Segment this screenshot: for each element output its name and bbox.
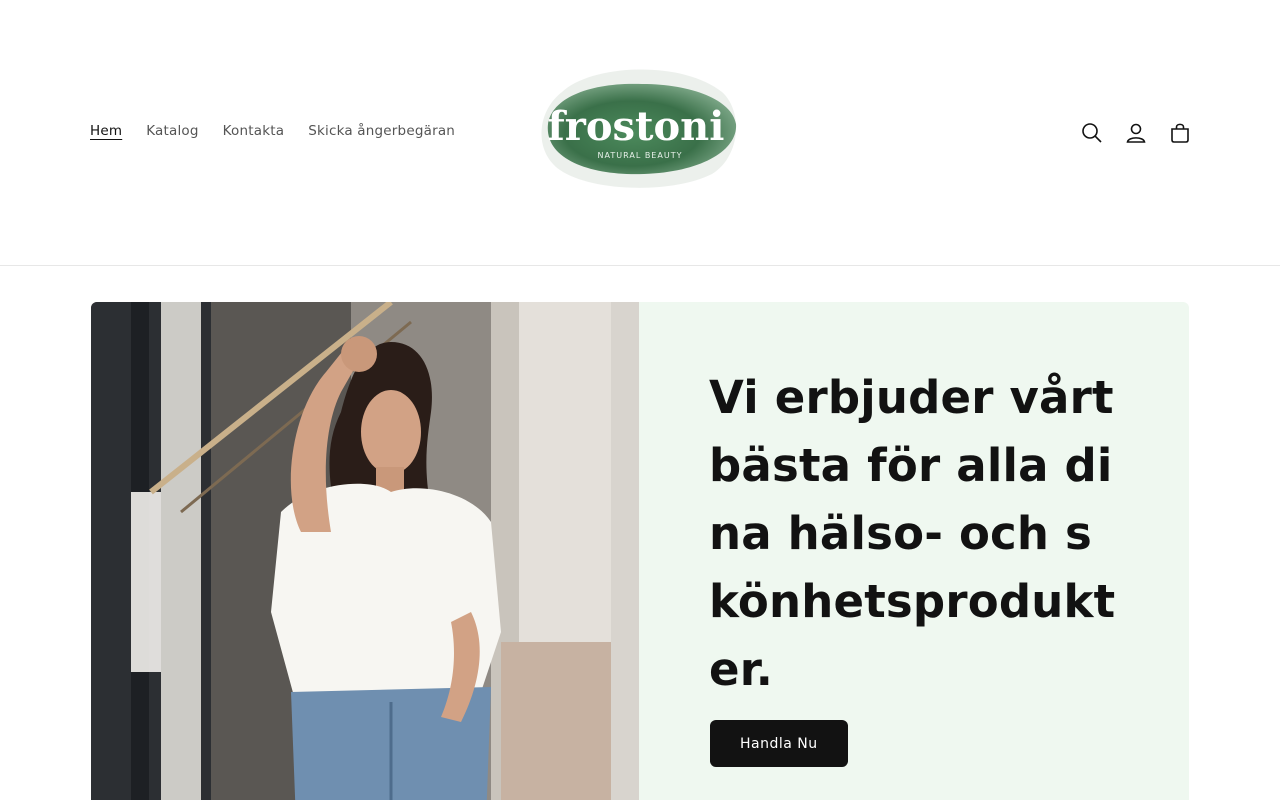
hero-text-panel: Vi erbjuder vårt bästa för alla dina häl… [639,302,1189,800]
hero-photo-illustration [91,302,639,800]
logo-tagline-text: NATURAL BEAUTY [598,151,683,160]
site-logo[interactable]: frostoni NATURAL BEAUTY [532,62,742,192]
site-header: Hem Katalog Kontakta Skicka ångerbegäran… [0,0,1280,266]
hero-banner: Vi erbjuder vårt bästa för alla dina häl… [91,302,1189,800]
account-button[interactable] [1114,118,1158,148]
nav-item-katalog[interactable]: Katalog [146,123,198,139]
shop-now-button[interactable]: Handla Nu [710,720,848,767]
account-icon [1126,123,1146,143]
cart-button[interactable] [1158,118,1202,148]
hero-image [91,302,639,800]
header-icons [1070,118,1202,148]
nav-item-hem[interactable]: Hem [90,123,122,139]
main-nav: Hem Katalog Kontakta Skicka ångerbegäran [90,123,479,139]
search-icon [1082,123,1102,143]
logo-mark: frostoni NATURAL BEAUTY [541,69,737,188]
logo-brand-text: frostoni [548,103,725,150]
nav-item-angerbegaran[interactable]: Skicka ångerbegäran [308,123,455,139]
search-button[interactable] [1070,118,1114,148]
hero-heading: Vi erbjuder vårt bästa för alla dina häl… [709,371,1116,696]
nav-item-kontakta[interactable]: Kontakta [223,123,285,139]
cart-icon [1171,123,1189,143]
